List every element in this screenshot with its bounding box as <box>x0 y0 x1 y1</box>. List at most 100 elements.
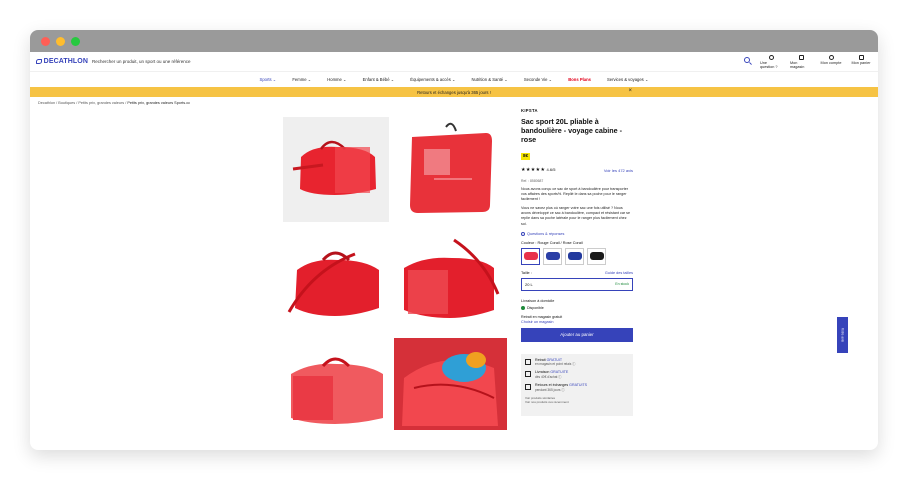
minimize-window-button[interactable] <box>56 37 65 46</box>
service-row: Retrait GRATUIT en magasin et point relai… <box>525 358 629 367</box>
service-row: Livraison GRATUITE dès 40€ d'achat ⓘ <box>525 370 629 379</box>
nav-item-homme[interactable]: Homme ⌄ <box>327 77 346 82</box>
bag-open-image <box>394 338 507 430</box>
close-icon[interactable]: × <box>628 88 632 94</box>
size-row: Taille : Guide des tailles <box>521 271 633 275</box>
cart-label: Mon panier <box>851 61 871 65</box>
service-row: Retours et échanges GRATUITS pendant 365 … <box>525 383 629 392</box>
color-swatch-4[interactable] <box>587 247 606 265</box>
color-label: Couleur : Rouge Corail / Rose Corail <box>521 240 583 245</box>
breadcrumb: Decathlon / Boutiques / Petits prix, gra… <box>38 101 190 105</box>
nav-item-bons-plans[interactable]: Bons Plans <box>568 77 591 82</box>
product-photo-2[interactable] <box>394 117 507 222</box>
cart-icon <box>858 55 864 60</box>
bag-side-image <box>404 238 500 318</box>
service-sub: en magasin et point relais ⓘ <box>535 362 576 367</box>
services-box: Retrait GRATUIT en magasin et point relai… <box>521 353 633 416</box>
color-swatch-3[interactable] <box>565 247 584 265</box>
product-photo-1[interactable] <box>283 117 389 222</box>
product-ref: Ref. : 8580687 <box>521 179 544 183</box>
user-icon <box>828 55 834 60</box>
folded-bag-image <box>410 122 492 213</box>
nav-label: Sports <box>259 77 272 82</box>
availability: Disponible <box>521 305 633 310</box>
service-sub: dès 40€ d'achat ⓘ <box>535 374 562 379</box>
help-link[interactable]: Une question ? <box>760 55 782 69</box>
nav-item-services[interactable]: Services & voyages ⌄ <box>607 77 648 82</box>
nav-label: Équipements & accès <box>410 77 451 82</box>
bag-icon <box>523 252 538 261</box>
delivery-label: Livraison à domicile <box>521 298 555 303</box>
size-label: Taille : <box>521 270 532 275</box>
product-photo-5[interactable] <box>283 338 389 430</box>
qa-label: Questions & réponses <box>527 231 565 236</box>
rating-value: 4.6/5 <box>546 167 556 172</box>
color-swatch-2[interactable] <box>543 247 562 265</box>
service-sub: pendant 365 jours ⓘ <box>535 387 565 392</box>
bag-icon <box>589 252 604 261</box>
product-info-panel: KIPSTA Sac sport 20L pliable à bandouliè… <box>521 108 633 416</box>
service-highlight: GRATUITS <box>569 383 588 388</box>
breadcrumb-link[interactable]: Boutiques <box>58 101 75 105</box>
service-title: Retours et échanges <box>535 383 569 388</box>
help-label: Une question ? <box>760 61 778 69</box>
return-icon <box>525 384 531 391</box>
close-window-button[interactable] <box>41 37 50 46</box>
bag-image <box>292 140 376 195</box>
nav-item-equipements[interactable]: Équipements & accès ⌄ <box>410 77 455 82</box>
nav-item-sports[interactable]: Sports ⌄ <box>260 77 277 82</box>
rating-stars-icon: ★★★★★ <box>521 167 546 173</box>
size-stock: En stock <box>615 282 629 287</box>
nav-label: Enfant & Bébé <box>362 77 390 82</box>
breadcrumb-link[interactable]: Decathlon <box>38 101 55 105</box>
choose-store-link[interactable]: Choisir un magasin <box>521 320 633 324</box>
product-photo-3[interactable] <box>283 230 389 330</box>
question-icon <box>768 55 774 60</box>
availability-text: Disponible <box>527 305 544 310</box>
nav-item-femme[interactable]: Femme ⌄ <box>292 77 311 82</box>
title-bar <box>30 30 878 52</box>
bag-front-image <box>291 357 383 424</box>
reviews-link[interactable]: Voir les 472 avis <box>604 168 633 173</box>
bag-strap-image <box>287 251 379 316</box>
bag-icon <box>567 252 582 261</box>
nav-item-nutrition[interactable]: Nutrition & Santé ⌄ <box>471 77 507 82</box>
product-photo-6[interactable] <box>394 338 507 430</box>
question-icon <box>521 231 525 236</box>
size-value: 20 L <box>525 281 533 287</box>
size-guide-link[interactable]: Guide des tailles <box>605 271 633 275</box>
banner-text: Retours et échanges jusqu'à 365 jours ! <box>417 89 491 95</box>
store-icon <box>525 358 531 365</box>
nav-label: Services & voyages <box>607 77 644 82</box>
store-label: Retrait en magasin gratuit <box>521 314 563 319</box>
bag-icon <box>545 252 560 261</box>
promo-banner: Retours et échanges jusqu'à 365 jours ! … <box>30 87 878 97</box>
status-dot-icon <box>521 305 525 310</box>
nav-item-enfant[interactable]: Enfant & Bébé ⌄ <box>363 77 395 82</box>
breadcrumb-link[interactable]: Petits prix, grandes valeurs <box>78 101 124 105</box>
breadcrumb-current: Petits prix, grandes valeurs Sports.cc <box>127 101 190 105</box>
account-link[interactable]: Mon compte <box>820 55 842 69</box>
color-swatches <box>521 247 633 265</box>
nav-label: Seconde Vie <box>523 77 548 82</box>
search-icon[interactable] <box>744 57 750 63</box>
product-brand[interactable]: KIPSTA <box>521 108 633 113</box>
size-selector[interactable]: 20 L En stock <box>521 277 633 291</box>
cart-link[interactable]: Mon panier <box>850 55 872 69</box>
account-label: Mon compte <box>820 61 842 65</box>
decathlon-logo[interactable]: DECATHLON <box>36 58 88 65</box>
store-label: Mon magasin <box>790 61 805 69</box>
header-utilities: Une question ? Mon magasin Mon compte Mo… <box>760 55 872 69</box>
nav-label: Homme <box>327 77 342 82</box>
fine-print-2[interactable]: Voir nos produits vus récemment <box>525 400 629 404</box>
qa-link[interactable]: Questions & réponses <box>521 231 633 236</box>
store-link[interactable]: Mon magasin <box>790 55 812 69</box>
search-input[interactable]: Rechercher un produit, un sport ou une r… <box>88 56 750 68</box>
color-swatch-1[interactable] <box>521 247 540 265</box>
site-header: DECATHLON Rechercher un produit, un spor… <box>30 52 878 72</box>
add-to-cart-button[interactable]: Ajouter au panier <box>521 327 633 342</box>
product-photo-4[interactable] <box>394 230 507 330</box>
feedback-tab[interactable]: Votre avis <box>837 317 848 353</box>
nav-item-seconde-vie[interactable]: Seconde Vie ⌄ <box>524 77 552 82</box>
maximize-window-button[interactable] <box>71 37 80 46</box>
